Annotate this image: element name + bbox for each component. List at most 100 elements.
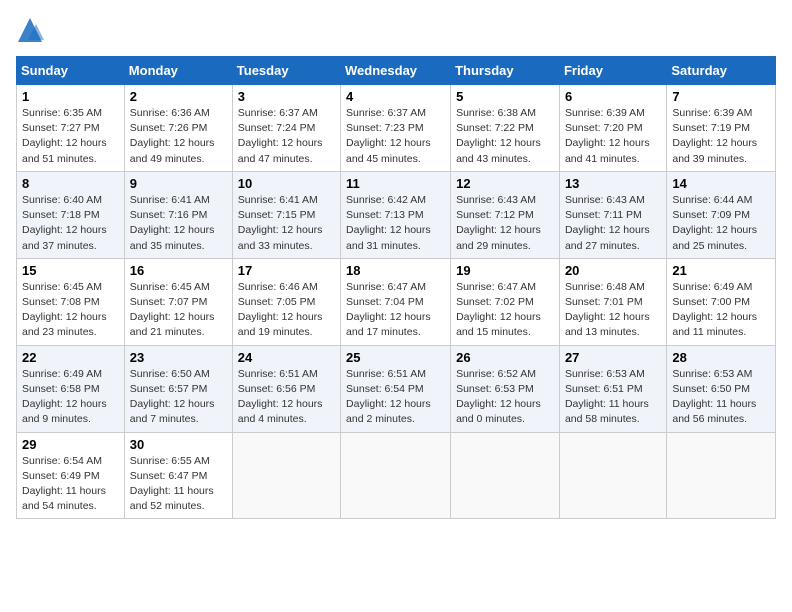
calendar-cell-28: 29Sunrise: 6:54 AM Sunset: 6:49 PM Dayli… <box>17 432 125 519</box>
day-number: 11 <box>346 176 445 191</box>
day-number: 19 <box>456 263 554 278</box>
calendar-cell-7: 8Sunrise: 6:40 AM Sunset: 7:18 PM Daylig… <box>17 171 125 258</box>
day-number: 15 <box>22 263 119 278</box>
calendar-cell-27: 28 Sunrise: 6:53 AM Sunset: 6:50 PM Dayli… <box>667 345 776 432</box>
calendar-cell-31 <box>341 432 451 519</box>
day-info: Sunrise: 6:54 AM Sunset: 6:49 PM Dayligh… <box>22 454 119 515</box>
calendar-cell-12: 13 Sunrise: 6:43 AM Sunset: 7:11 PM Dayli… <box>559 171 666 258</box>
calendar-cell-0: 1 Sunrise: 6:35 AM Sunset: 7:27 PM Daylig… <box>17 85 125 172</box>
calendar-week-4: 22 Sunrise: 6:49 AM Sunset: 6:58 PM Dayli… <box>17 345 776 432</box>
day-info: Sunrise: 6:44 AM Sunset: 7:09 PM Dayligh… <box>672 193 770 254</box>
day-info: Sunrise: 6:37 AM Sunset: 7:24 PM Dayligh… <box>238 106 335 167</box>
day-info: Sunrise: 6:42 AM Sunset: 7:13 PM Dayligh… <box>346 193 445 254</box>
day-info: Sunrise: 6:43 AM Sunset: 7:12 PM Dayligh… <box>456 193 554 254</box>
calendar-cell-32 <box>451 432 560 519</box>
day-info: Sunrise: 6:41 AM Sunset: 7:16 PM Dayligh… <box>130 193 227 254</box>
calendar-cell-13: 14 Sunrise: 6:44 AM Sunset: 7:09 PM Dayli… <box>667 171 776 258</box>
calendar-cell-9: 10Sunrise: 6:41 AM Sunset: 7:15 PM Dayli… <box>232 171 340 258</box>
calendar-cell-2: 3 Sunrise: 6:37 AM Sunset: 7:24 PM Daylig… <box>232 85 340 172</box>
day-number: 18 <box>346 263 445 278</box>
day-info: Sunrise: 6:47 AM Sunset: 7:02 PM Dayligh… <box>456 280 554 341</box>
calendar-cell-14: 15 Sunrise: 6:45 AM Sunset: 7:08 PM Dayli… <box>17 258 125 345</box>
calendar-cell-6: 7 Sunrise: 6:39 AM Sunset: 7:19 PM Daylig… <box>667 85 776 172</box>
calendar-week-5: 29Sunrise: 6:54 AM Sunset: 6:49 PM Dayli… <box>17 432 776 519</box>
calendar-cell-24: 25 Sunrise: 6:51 AM Sunset: 6:54 PM Dayli… <box>341 345 451 432</box>
day-number: 20 <box>565 263 661 278</box>
calendar-cell-1: 2Sunrise: 6:36 AM Sunset: 7:26 PM Daylig… <box>124 85 232 172</box>
calendar-cell-15: 16 Sunrise: 6:45 AM Sunset: 7:07 PM Dayli… <box>124 258 232 345</box>
calendar-cell-33 <box>559 432 666 519</box>
day-info: Sunrise: 6:52 AM Sunset: 6:53 PM Dayligh… <box>456 367 554 428</box>
calendar-cell-29: 30 Sunrise: 6:55 AM Sunset: 6:47 PM Dayli… <box>124 432 232 519</box>
calendar-week-3: 15 Sunrise: 6:45 AM Sunset: 7:08 PM Dayli… <box>17 258 776 345</box>
day-number: 21 <box>672 263 770 278</box>
day-info: Sunrise: 6:41 AM Sunset: 7:15 PM Dayligh… <box>238 193 335 254</box>
calendar-cell-4: 5Sunrise: 6:38 AM Sunset: 7:22 PM Daylig… <box>451 85 560 172</box>
day-number: 12 <box>456 176 554 191</box>
calendar-cell-22: 23 Sunrise: 6:50 AM Sunset: 6:57 PM Dayli… <box>124 345 232 432</box>
day-number: 1 <box>22 89 119 104</box>
calendar-cell-11: 12 Sunrise: 6:43 AM Sunset: 7:12 PM Dayli… <box>451 171 560 258</box>
day-number: 4 <box>346 89 445 104</box>
day-info: Sunrise: 6:36 AM Sunset: 7:26 PM Dayligh… <box>130 106 227 167</box>
day-number: 16 <box>130 263 227 278</box>
column-header-monday: Monday <box>124 57 232 85</box>
day-info: Sunrise: 6:49 AM Sunset: 7:00 PM Dayligh… <box>672 280 770 341</box>
day-number: 23 <box>130 350 227 365</box>
logo <box>16 16 48 44</box>
column-header-tuesday: Tuesday <box>232 57 340 85</box>
day-number: 9 <box>130 176 227 191</box>
day-info: Sunrise: 6:45 AM Sunset: 7:08 PM Dayligh… <box>22 280 119 341</box>
calendar-week-2: 8Sunrise: 6:40 AM Sunset: 7:18 PM Daylig… <box>17 171 776 258</box>
column-header-friday: Friday <box>559 57 666 85</box>
page-header <box>16 16 776 44</box>
calendar-cell-34 <box>667 432 776 519</box>
day-info: Sunrise: 6:35 AM Sunset: 7:27 PM Dayligh… <box>22 106 119 167</box>
calendar-cell-19: 20Sunrise: 6:48 AM Sunset: 7:01 PM Dayli… <box>559 258 666 345</box>
day-info: Sunrise: 6:50 AM Sunset: 6:57 PM Dayligh… <box>130 367 227 428</box>
day-info: Sunrise: 6:51 AM Sunset: 6:54 PM Dayligh… <box>346 367 445 428</box>
day-info: Sunrise: 6:46 AM Sunset: 7:05 PM Dayligh… <box>238 280 335 341</box>
calendar-cell-20: 21 Sunrise: 6:49 AM Sunset: 7:00 PM Dayli… <box>667 258 776 345</box>
day-number: 14 <box>672 176 770 191</box>
day-info: Sunrise: 6:47 AM Sunset: 7:04 PM Dayligh… <box>346 280 445 341</box>
day-number: 26 <box>456 350 554 365</box>
calendar-cell-10: 11 Sunrise: 6:42 AM Sunset: 7:13 PM Dayli… <box>341 171 451 258</box>
day-number: 22 <box>22 350 119 365</box>
column-header-saturday: Saturday <box>667 57 776 85</box>
day-number: 25 <box>346 350 445 365</box>
day-info: Sunrise: 6:40 AM Sunset: 7:18 PM Dayligh… <box>22 193 119 254</box>
calendar-cell-30 <box>232 432 340 519</box>
day-info: Sunrise: 6:38 AM Sunset: 7:22 PM Dayligh… <box>456 106 554 167</box>
day-info: Sunrise: 6:53 AM Sunset: 6:51 PM Dayligh… <box>565 367 661 428</box>
day-number: 3 <box>238 89 335 104</box>
calendar-cell-3: 4 Sunrise: 6:37 AM Sunset: 7:23 PM Daylig… <box>341 85 451 172</box>
day-info: Sunrise: 6:55 AM Sunset: 6:47 PM Dayligh… <box>130 454 227 515</box>
calendar-week-1: 1 Sunrise: 6:35 AM Sunset: 7:27 PM Daylig… <box>17 85 776 172</box>
day-number: 24 <box>238 350 335 365</box>
day-info: Sunrise: 6:39 AM Sunset: 7:19 PM Dayligh… <box>672 106 770 167</box>
day-number: 7 <box>672 89 770 104</box>
day-number: 30 <box>130 437 227 452</box>
day-info: Sunrise: 6:49 AM Sunset: 6:58 PM Dayligh… <box>22 367 119 428</box>
day-number: 13 <box>565 176 661 191</box>
calendar-cell-25: 26 Sunrise: 6:52 AM Sunset: 6:53 PM Dayli… <box>451 345 560 432</box>
calendar-cell-21: 22 Sunrise: 6:49 AM Sunset: 6:58 PM Dayli… <box>17 345 125 432</box>
day-number: 27 <box>565 350 661 365</box>
day-info: Sunrise: 6:43 AM Sunset: 7:11 PM Dayligh… <box>565 193 661 254</box>
calendar-cell-26: 27 Sunrise: 6:53 AM Sunset: 6:51 PM Dayli… <box>559 345 666 432</box>
calendar-cell-23: 24Sunrise: 6:51 AM Sunset: 6:56 PM Dayli… <box>232 345 340 432</box>
calendar-table: SundayMondayTuesdayWednesdayThursdayFrid… <box>16 56 776 519</box>
column-header-thursday: Thursday <box>451 57 560 85</box>
calendar-cell-16: 17Sunrise: 6:46 AM Sunset: 7:05 PM Dayli… <box>232 258 340 345</box>
day-number: 28 <box>672 350 770 365</box>
day-info: Sunrise: 6:45 AM Sunset: 7:07 PM Dayligh… <box>130 280 227 341</box>
calendar-cell-5: 6Sunrise: 6:39 AM Sunset: 7:20 PM Daylig… <box>559 85 666 172</box>
calendar-cell-8: 9 Sunrise: 6:41 AM Sunset: 7:16 PM Daylig… <box>124 171 232 258</box>
day-info: Sunrise: 6:37 AM Sunset: 7:23 PM Dayligh… <box>346 106 445 167</box>
column-header-wednesday: Wednesday <box>341 57 451 85</box>
logo-icon <box>16 16 44 44</box>
day-info: Sunrise: 6:53 AM Sunset: 6:50 PM Dayligh… <box>672 367 770 428</box>
calendar-header-row: SundayMondayTuesdayWednesdayThursdayFrid… <box>17 57 776 85</box>
column-header-sunday: Sunday <box>17 57 125 85</box>
